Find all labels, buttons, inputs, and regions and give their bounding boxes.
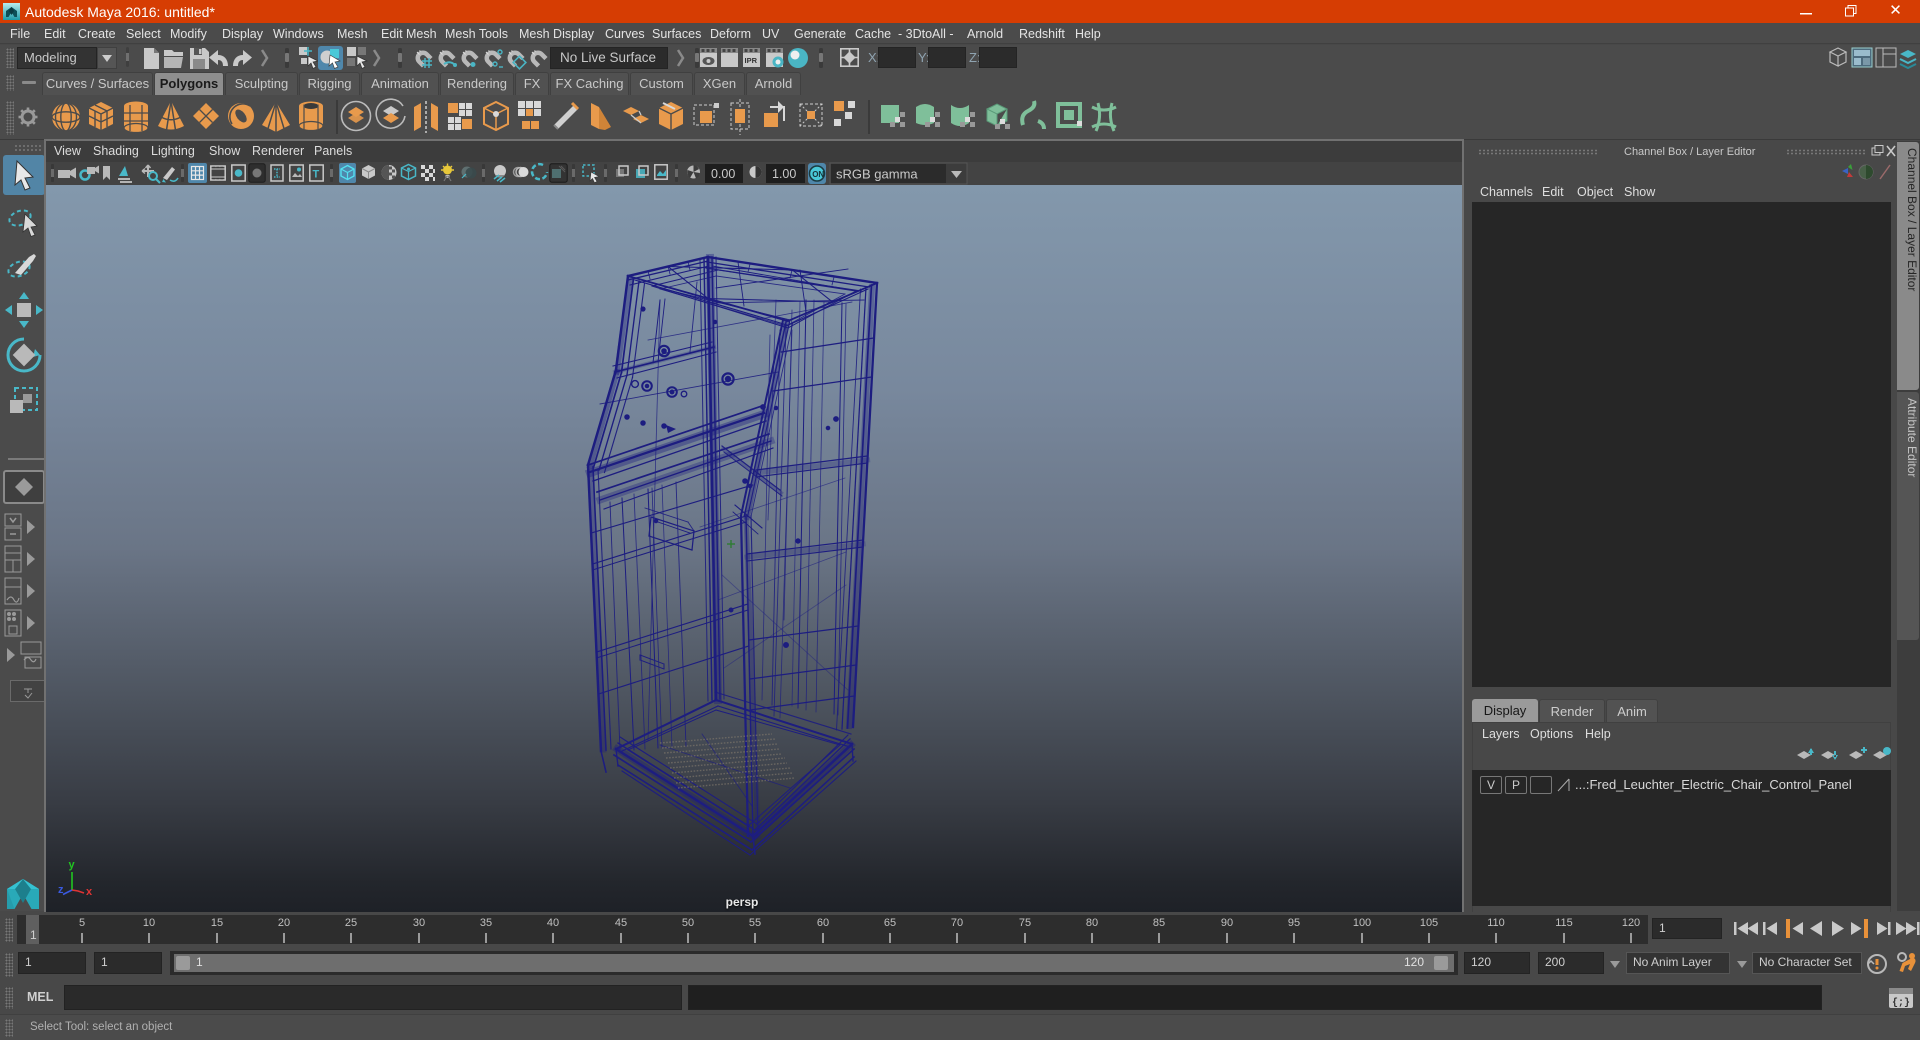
svg-text:sRGB gamma: sRGB gamma	[836, 167, 918, 182]
svg-text:ON: ON	[812, 170, 824, 179]
svg-text:y: y	[69, 859, 76, 871]
svg-text:0.00: 0.00	[711, 167, 735, 181]
svg-text:T: T	[313, 169, 320, 181]
svg-text:{;}: {;}	[1892, 997, 1910, 1009]
svg-text:IPR: IPR	[745, 56, 758, 65]
svg-text:1.00: 1.00	[772, 167, 796, 181]
